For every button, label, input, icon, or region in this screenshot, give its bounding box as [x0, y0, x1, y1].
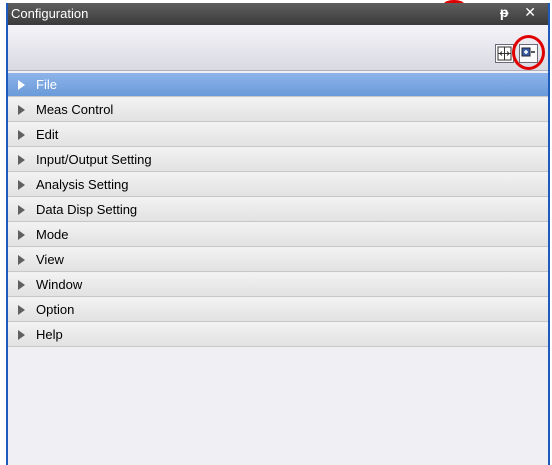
- menu-item-label: View: [36, 252, 64, 267]
- menu-item-window[interactable]: Window: [8, 273, 548, 297]
- expand-arrow-icon: [18, 230, 25, 240]
- expand-arrow-icon: [18, 205, 25, 215]
- menu-item-input-output-setting[interactable]: Input/Output Setting: [8, 148, 548, 172]
- menu-item-data-disp-setting[interactable]: Data Disp Setting: [8, 198, 548, 222]
- menu-item-meas-control[interactable]: Meas Control: [8, 98, 548, 122]
- menu-item-label: File: [36, 77, 57, 92]
- expand-arrow-icon: [18, 155, 25, 165]
- expand-arrow-icon: [18, 305, 25, 315]
- menu-item-help[interactable]: Help: [8, 323, 548, 347]
- menu-item-label: Mode: [36, 227, 69, 242]
- menu-item-label: Meas Control: [36, 102, 114, 117]
- expand-arrow-icon: [18, 105, 25, 115]
- expand-arrow-icon: [18, 80, 25, 90]
- menu-item-label: Input/Output Setting: [36, 152, 152, 167]
- configuration-panel: Configuration ᵽ ✕ File Meas Control Edit In: [6, 3, 550, 465]
- config-menu-list: File Meas Control Edit Input/Output Setting…: [8, 73, 548, 348]
- collapse-all-button[interactable]: [519, 44, 538, 63]
- menu-item-label: Data Disp Setting: [36, 202, 138, 217]
- expand-arrow-icon: [18, 255, 25, 265]
- pin-icon[interactable]: ᵽ: [500, 4, 515, 20]
- expand-arrow-icon: [18, 180, 25, 190]
- menu-item-label: Window: [36, 277, 83, 292]
- menu-item-label: Help: [36, 327, 63, 342]
- menu-item-analysis-setting[interactable]: Analysis Setting: [8, 173, 548, 197]
- panel-title-bar: Configuration ᵽ ✕: [8, 3, 548, 25]
- menu-item-view[interactable]: View: [8, 248, 548, 272]
- panel-title: Configuration: [11, 6, 89, 21]
- menu-item-option[interactable]: Option: [8, 298, 548, 322]
- close-icon[interactable]: ✕: [524, 4, 542, 20]
- menu-item-file[interactable]: File: [8, 73, 548, 97]
- menu-item-mode[interactable]: Mode: [8, 223, 548, 247]
- empty-area: [8, 357, 548, 465]
- panel-toolbar: [8, 25, 548, 71]
- menu-item-label: Edit: [36, 127, 59, 142]
- expand-arrow-icon: [18, 280, 25, 290]
- collapse-all-icon: [521, 47, 535, 57]
- expand-arrow-icon: [18, 330, 25, 340]
- menu-item-label: Analysis Setting: [36, 177, 129, 192]
- expand-width-button[interactable]: [495, 44, 514, 63]
- expand-arrow-icon: [18, 130, 25, 140]
- menu-item-edit[interactable]: Edit: [8, 123, 548, 147]
- menu-item-label: Option: [36, 302, 75, 317]
- expand-width-icon: [497, 46, 512, 61]
